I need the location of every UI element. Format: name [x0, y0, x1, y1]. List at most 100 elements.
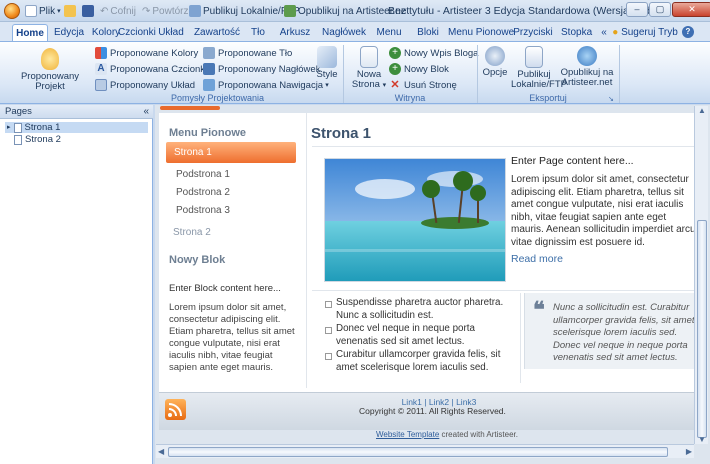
suggest-header-button[interactable]: Proponowany Nagłówek: [203, 63, 320, 75]
publish-local-icon: [525, 46, 543, 68]
tabs-overflow-button[interactable]: «: [598, 24, 610, 41]
layout-icon: [95, 79, 107, 91]
page-icon: [13, 122, 22, 133]
scroll-left-icon[interactable]: ◀: [158, 447, 164, 456]
new-page-button[interactable]: Nowa Strona ▾: [348, 46, 390, 91]
undo-icon: ↶: [100, 5, 109, 17]
block-text: Lorem ipsum dolor sit amet, consectetur …: [169, 302, 295, 373]
scroll-up-icon[interactable]: ▲: [698, 106, 706, 115]
help-icon[interactable]: ?: [682, 26, 694, 38]
tab-uklad[interactable]: Układ: [155, 24, 187, 41]
palette-icon: [95, 47, 107, 59]
list-item: Donec vel neque in neque porta venenatis…: [324, 323, 504, 348]
group-export-label: Eksportuj: [529, 93, 567, 103]
tab-tlo[interactable]: Tło: [248, 24, 268, 41]
width-handle[interactable]: [160, 106, 220, 110]
bulb-icon: ●: [612, 27, 619, 38]
tab-przyciski[interactable]: Przyciski: [511, 24, 555, 41]
options-icon: [485, 46, 505, 66]
publish-icon: [189, 5, 201, 17]
redo-button[interactable]: ↷ Powtórz: [142, 4, 189, 18]
tab-menu[interactable]: Menu: [374, 24, 404, 41]
horizontal-scroll-thumb[interactable]: [168, 447, 668, 457]
vertical-scrollbar[interactable]: ▲ ▼: [694, 106, 708, 444]
undo-button[interactable]: ↶ Cofnij: [100, 4, 136, 18]
publish-online-icon: [577, 46, 597, 66]
header-icon: [203, 63, 215, 75]
background-icon: [203, 47, 215, 59]
quote-mark-icon: ❝: [533, 297, 545, 322]
block-placeholder: Enter Block content here...: [169, 283, 281, 294]
maximize-button[interactable]: ▢: [649, 2, 671, 17]
tab-bloki[interactable]: Bloki: [414, 24, 442, 41]
file-menu[interactable]: Plik ▾: [25, 4, 61, 18]
tab-zawartosc[interactable]: Zawartość: [193, 24, 241, 41]
tropical-island-image: [324, 158, 506, 282]
navigation-icon: [203, 79, 215, 91]
minimize-button[interactable]: ‒: [626, 2, 648, 17]
redo-icon: ↷: [142, 5, 151, 17]
horizontal-scrollbar[interactable]: ◀ ▶: [156, 444, 694, 458]
scroll-right-icon[interactable]: ▶: [686, 447, 692, 456]
new-page-icon: [360, 46, 378, 68]
blockquote: ❝ Nunc a sollicitudin est. Curabitur ull…: [524, 293, 694, 369]
suggest-mode-button[interactable]: ● Sugeruj Tryb: [612, 24, 678, 41]
suggest-project-button[interactable]: Proponowany Projekt: [8, 48, 92, 92]
publish-online-big-button[interactable]: Opublikuj na Artisteer.net: [560, 46, 614, 88]
vmenu-subitem[interactable]: Podstrona 1: [176, 169, 230, 180]
delete-page-button[interactable]: ✕ Usuń Stronę: [389, 79, 456, 91]
divider: [312, 290, 694, 291]
vmenu-subitem[interactable]: Podstrona 3: [176, 205, 230, 216]
suggest-navigation-button[interactable]: Proponowana Nawigacja: [203, 79, 323, 91]
options-button[interactable]: Opcje: [480, 46, 510, 78]
publish-local-big-button[interactable]: Publikuj Lokalnie/FTP: [511, 46, 567, 90]
suggest-layout-button[interactable]: Proponowany Układ: [95, 79, 195, 91]
tab-arkusz[interactable]: Arkusz: [278, 24, 312, 41]
suggest-colors-button[interactable]: Proponowane Kolory: [95, 47, 198, 59]
app-menu-button[interactable]: [4, 3, 20, 19]
block-title: Nowy Blok: [169, 254, 226, 266]
divider: [312, 146, 694, 147]
website-template-link[interactable]: Website Template: [376, 430, 439, 439]
page-icon: [14, 134, 22, 145]
page-tree-item[interactable]: Strona 2: [14, 134, 61, 145]
collapse-panel-button[interactable]: «: [143, 105, 149, 118]
suggest-background-button[interactable]: Proponowane Tło: [203, 47, 292, 59]
style-button[interactable]: Style ▾: [314, 46, 340, 91]
template-credit: Website Template created with Artisteer.: [376, 430, 518, 439]
page-tree-item[interactable]: ▸ Strona 1: [5, 122, 148, 133]
list-item: Curabitur ullamcorper gravida felis, sit…: [324, 349, 504, 374]
vmenu-item-active[interactable]: Strona 1: [166, 142, 296, 163]
suggest-font-button[interactable]: A Proponowana Czcionka: [95, 63, 210, 75]
tab-edycja[interactable]: Edycja: [53, 24, 85, 41]
tab-stopka[interactable]: Stopka: [561, 24, 592, 41]
content-area: Strona 1 Enter Page content here... Lore…: [309, 113, 694, 388]
website-preview: Menu Pionowe Strona 1 Podstrona 1 Podstr…: [159, 113, 694, 430]
pages-panel: Pages « ▸ Strona 1 Strona 2: [0, 105, 153, 464]
dialog-launcher-icon[interactable]: ↘: [608, 95, 614, 103]
group-separator: [619, 45, 620, 103]
read-more-link[interactable]: Read more: [511, 253, 563, 265]
new-block-button[interactable]: + Nowy Blok: [389, 63, 449, 75]
tab-home[interactable]: Home: [12, 24, 48, 41]
save-icon[interactable]: [82, 4, 94, 18]
expand-arrow-icon[interactable]: ▸: [7, 122, 11, 133]
close-button[interactable]: ✕: [672, 2, 710, 17]
add-icon: +: [389, 47, 401, 59]
style-icon: [317, 46, 337, 68]
vmenu-subitem[interactable]: Podstrona 2: [176, 187, 230, 198]
tab-naglowek[interactable]: Nagłówek: [322, 24, 366, 41]
site-footer: Link1 | Link2 | Link3 Copyright © 2011. …: [159, 392, 694, 430]
tab-czcionki[interactable]: Czcionki: [118, 24, 156, 41]
tab-menu-pionowe[interactable]: Menu Pionowe: [448, 24, 514, 41]
rss-icon[interactable]: [165, 399, 186, 420]
list-item: Suspendisse pharetra auctor pharetra. Nu…: [324, 297, 504, 322]
font-icon: A: [95, 63, 107, 75]
vmenu-item[interactable]: Strona 2: [173, 227, 211, 238]
open-icon[interactable]: [64, 4, 76, 18]
scroll-down-icon[interactable]: ▼: [698, 435, 706, 444]
group-separator: [477, 45, 478, 103]
new-blog-post-button[interactable]: + Nowy Wpis Bloga: [389, 47, 478, 59]
vertical-scroll-thumb[interactable]: [697, 220, 707, 438]
ribbon: Proponowany Projekt Proponowane Kolory A…: [0, 41, 710, 104]
